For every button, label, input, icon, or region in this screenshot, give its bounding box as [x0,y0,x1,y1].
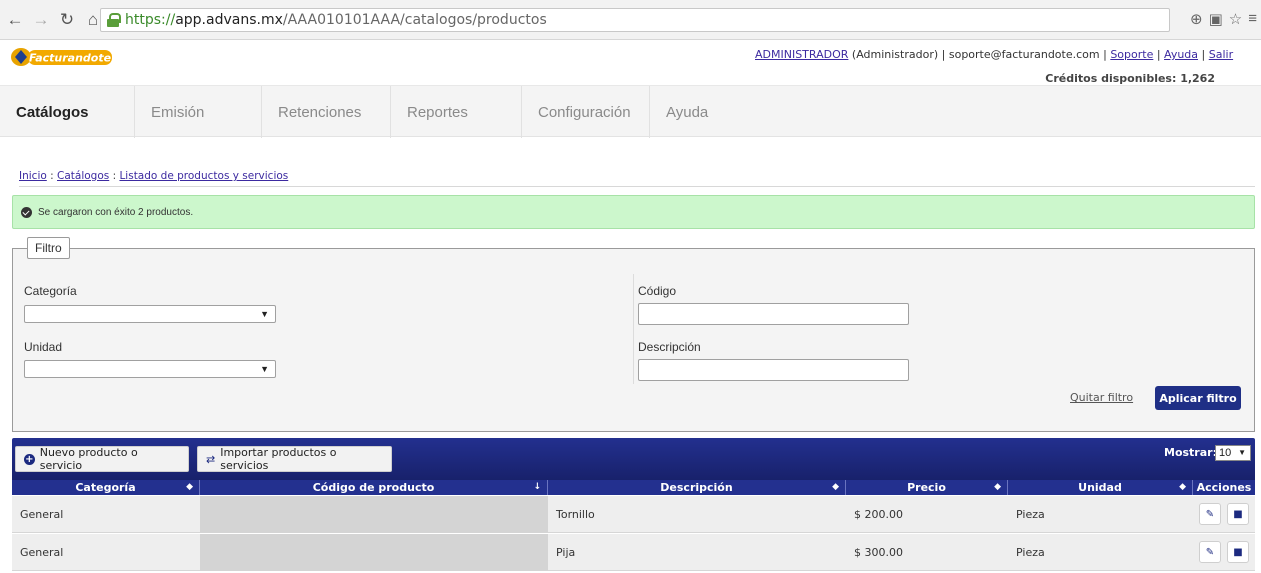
dropdown-arrow-icon: ▼ [260,309,269,319]
sort-icon: ◆ [1179,482,1186,492]
delete-trash-icon[interactable]: ■ [1227,541,1249,563]
cell-category: General [20,507,64,521]
cell-description: Pija [556,545,576,559]
column-header-code[interactable]: Código de producto ↓ [200,480,548,495]
new-product-label: Nuevo producto o servicio [39,446,138,472]
cell-actions: ✎ ■ [1193,496,1255,533]
breadcrumb-catalogs[interactable]: Catálogos [57,170,109,182]
cell-actions: ✎ ■ [1193,534,1255,571]
column-header-label: Código de producto [312,481,435,494]
zoom-icon[interactable]: ⊕ [1190,10,1203,28]
new-product-button[interactable]: + Nuevo producto o servicio [15,446,189,472]
cell-unit: Pieza [1016,545,1045,559]
edit-pencil-icon[interactable]: ✎ [1199,503,1221,525]
breadcrumb: Inicio : Catálogos : Listado de producto… [19,170,1255,187]
unit-label: Unidad [24,340,63,354]
cell-price: $ 200.00 [854,507,903,521]
import-products-label: Importar productos o servicios [220,446,337,472]
menu-item-reportes[interactable]: Reportes [391,86,522,138]
code-label: Código [638,284,677,298]
cell-code [200,533,548,571]
apply-filter-button[interactable]: Aplicar filtro [1155,386,1241,410]
category-label: Categoría [24,284,77,298]
success-alert: Se cargaron con éxito 2 productos. [12,195,1255,229]
check-circle-icon [21,206,32,218]
logo-text: Facturandote [29,52,112,65]
breadcrumb-home[interactable]: Inicio [19,170,47,182]
cell-unit: Pieza [1016,507,1045,521]
support-link[interactable]: Soporte [1110,48,1153,61]
cell-description: Tornillo [556,507,595,521]
column-header-description[interactable]: Descripción ◆ [548,480,846,495]
column-header-actions: Acciones [1193,480,1255,495]
back-arrow-icon[interactable]: ← [4,9,26,31]
description-input[interactable] [638,359,909,381]
menu-item-catalogos[interactable]: Catálogos [0,86,135,138]
breadcrumb-current[interactable]: Listado de productos y servicios [119,170,288,182]
sort-icon: ◆ [832,482,839,492]
menu-icon[interactable]: ≡ [1248,10,1257,28]
table-header: Categoría ◆ Código de producto ↓ Descrip… [12,480,1255,495]
dropdown-arrow-icon: ▼ [260,364,269,374]
lock-icon [107,13,121,27]
url-host: app.advans.mx [175,12,283,28]
filter-panel: Filtro Categoría ▼ Unidad ▼ Código Descr… [12,237,1255,432]
table-row: General Tornillo $ 200.00 Pieza ✎ ■ [12,495,1255,533]
column-header-label: Acciones [1196,481,1252,494]
column-header-label: Precio [907,481,946,494]
help-link[interactable]: Ayuda [1164,48,1198,61]
page-size-value: 10 [1219,447,1232,459]
column-header-price[interactable]: Precio ◆ [846,480,1008,495]
table-row: General Pija $ 300.00 Pieza ✎ ■ [12,533,1255,571]
table-toolbar: + Nuevo producto o servicio ⇄ Importar p… [12,438,1255,480]
user-role: (Administrador) [851,48,939,61]
main-menu: Catálogos Emisión Retenciones Reportes C… [0,85,1261,138]
column-header-unit[interactable]: Unidad ◆ [1008,480,1193,495]
sort-desc-icon: ↓ [533,482,541,492]
description-label: Descripción [638,340,701,354]
cell-category: General [20,545,64,559]
filter-divider [633,274,634,384]
browser-toolbar: ← → ↻ ⌂ https://app.advans.mx/AAA010101A… [0,0,1261,40]
clear-filter-link[interactable]: Quitar filtro [1070,391,1133,404]
plus-circle-icon: + [24,453,35,465]
column-header-label: Unidad [1078,481,1122,494]
logout-link[interactable]: Salir [1209,48,1233,61]
filter-legend: Filtro [27,237,70,259]
import-arrows-icon: ⇄ [206,452,216,466]
column-header-label: Descripción [660,481,733,494]
page-size-select[interactable]: 10 ▼ [1215,445,1251,461]
facturandote-logo[interactable]: Facturandote [10,46,112,68]
url-scheme: https:// [125,12,176,28]
menu-item-configuracion[interactable]: Configuración [522,86,650,138]
sort-icon: ◆ [994,482,1001,492]
url-path: /AAA010101AAA/catalogos/productos [282,12,547,28]
support-email: soporte@facturandote.com [948,48,1100,61]
dropdown-arrow-icon: ▼ [1238,448,1246,457]
delete-trash-icon[interactable]: ■ [1227,503,1249,525]
menu-item-retenciones[interactable]: Retenciones [262,86,391,138]
category-select[interactable]: ▼ [24,305,276,323]
unit-select[interactable]: ▼ [24,360,276,378]
user-name-link[interactable]: ADMINISTRADOR [755,48,848,61]
menu-item-ayuda[interactable]: Ayuda [650,86,770,138]
show-label: Mostrar: [1164,446,1217,459]
credits-available: Créditos disponibles: 1,262 [1045,72,1215,85]
code-input[interactable] [638,303,909,325]
alert-text: Se cargaron con éxito 2 productos. [38,206,194,218]
cell-price: $ 300.00 [854,545,903,559]
translate-icon[interactable]: ▣ [1209,10,1223,28]
reload-icon[interactable]: ↻ [56,9,78,31]
column-header-label: Categoría [75,481,136,494]
import-products-button[interactable]: ⇄ Importar productos o servicios [197,446,392,472]
user-links: ADMINISTRADOR (Administrador) | soporte@… [755,48,1234,61]
cell-code [200,495,548,533]
bookmark-star-icon[interactable]: ☆ [1229,10,1242,28]
edit-pencil-icon[interactable]: ✎ [1199,541,1221,563]
menu-item-emision[interactable]: Emisión [135,86,262,138]
address-bar[interactable]: https://app.advans.mx/AAA010101AAA/catal… [100,8,1170,32]
column-header-category[interactable]: Categoría ◆ [12,480,200,495]
sort-icon: ◆ [186,482,193,492]
forward-arrow-icon[interactable]: → [30,9,52,31]
